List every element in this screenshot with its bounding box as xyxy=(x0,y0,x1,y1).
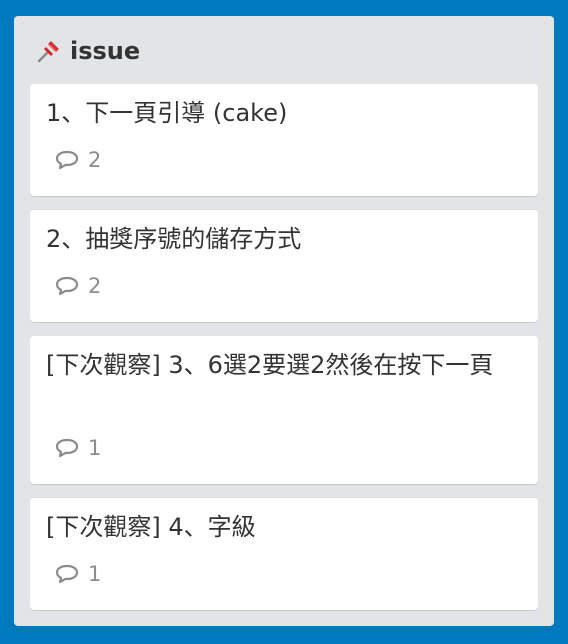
comment-badge: 2 xyxy=(54,148,101,172)
card-title: [下次觀察] 3、6選2要選2然後在按下一頁 xyxy=(46,351,494,379)
pushpin-icon xyxy=(36,38,62,64)
comment-icon xyxy=(54,437,80,459)
comment-icon xyxy=(54,275,80,297)
issue-list: issue 1、下一頁引導 (cake) 2 2、抽獎序號的儲存方式 2 [下次 xyxy=(14,16,554,626)
list-title: issue xyxy=(70,37,141,65)
comment-icon xyxy=(54,149,80,171)
comment-badge: 1 xyxy=(54,436,101,460)
card-4[interactable]: [下次觀察] 4、字級 1 xyxy=(30,498,538,610)
comment-badge: 2 xyxy=(54,274,101,298)
comment-count: 1 xyxy=(88,436,102,460)
comment-count: 2 xyxy=(88,274,102,298)
comment-count: 1 xyxy=(88,562,102,586)
comment-count: 2 xyxy=(88,148,102,172)
card-2[interactable]: 2、抽獎序號的儲存方式 2 xyxy=(30,210,538,322)
comment-icon xyxy=(54,563,80,585)
card-title: 2、抽獎序號的儲存方式 xyxy=(46,225,302,253)
card-3[interactable]: [下次觀察] 3、6選2要選2然後在按下一頁 1 xyxy=(30,336,538,484)
list-header[interactable]: issue xyxy=(36,36,140,66)
card-title: 1、下一頁引導 (cake) xyxy=(46,99,288,127)
card-1[interactable]: 1、下一頁引導 (cake) 2 xyxy=(30,84,538,196)
card-title: [下次觀察] 4、字級 xyxy=(46,513,256,541)
comment-badge: 1 xyxy=(54,562,101,586)
